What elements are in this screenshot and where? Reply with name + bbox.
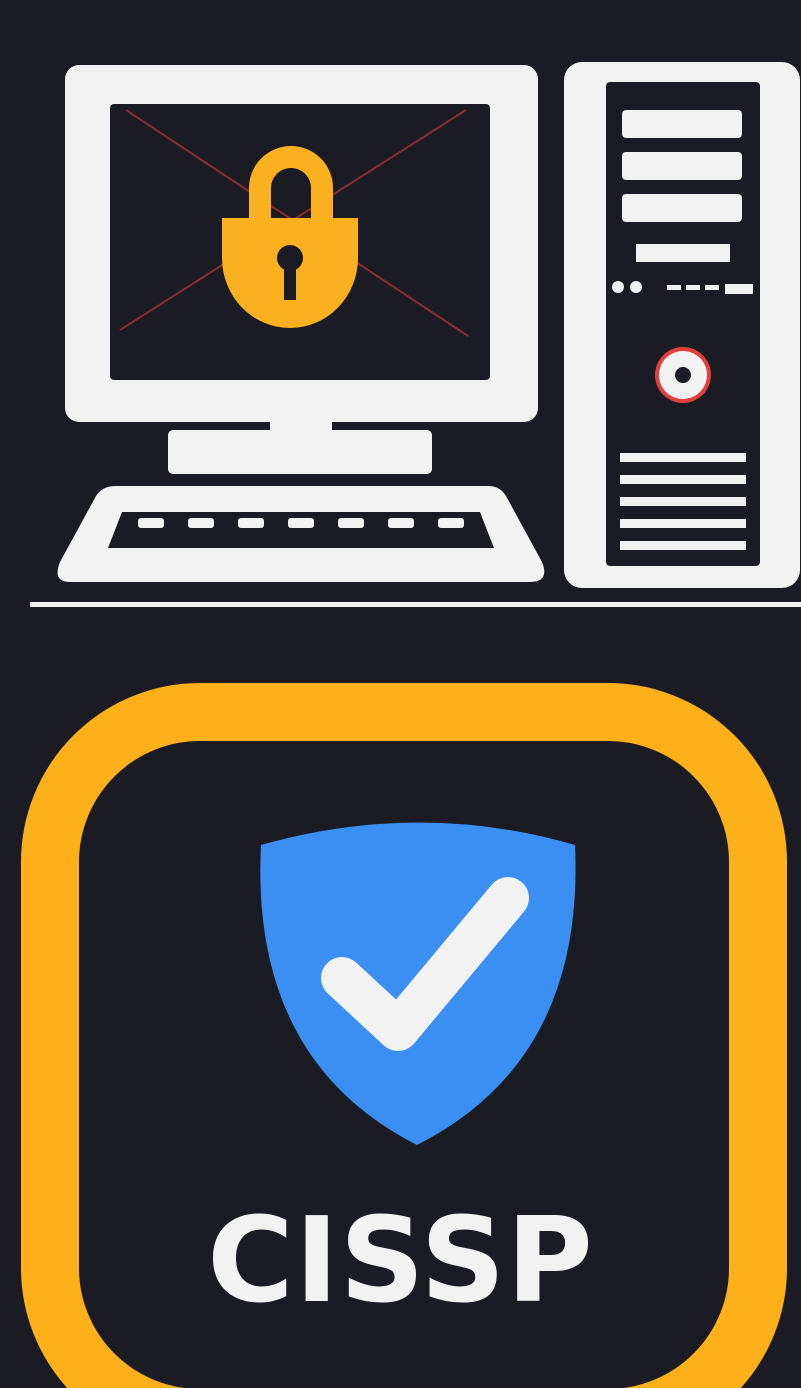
monitor-base <box>168 430 432 474</box>
drive-slot <box>636 244 730 262</box>
padlock-keyhole-slot <box>284 262 296 300</box>
keyboard-icon <box>57 486 545 582</box>
drive-bay <box>622 110 742 138</box>
port-dash <box>686 285 700 290</box>
port-dash <box>705 285 719 290</box>
monitor-icon <box>65 65 538 474</box>
keyboard-key <box>138 518 164 528</box>
drive-bay <box>622 152 742 180</box>
port-block <box>725 284 753 294</box>
vent-line <box>620 453 746 462</box>
keyboard-key <box>388 518 414 528</box>
power-button-center <box>675 367 691 383</box>
keyboard-key-panel <box>108 512 494 548</box>
keyboard-key <box>338 518 364 528</box>
keyboard-key <box>238 518 264 528</box>
power-button-icon <box>655 347 711 403</box>
keyboard-key <box>288 518 314 528</box>
vent-line <box>620 475 746 484</box>
indicator-light <box>630 281 642 293</box>
divider-line <box>30 602 801 607</box>
indicator-light <box>612 281 624 293</box>
drive-bay <box>622 194 742 222</box>
illustration-canvas <box>21 62 801 1388</box>
pc-tower-icon <box>564 62 800 588</box>
keyboard-key <box>188 518 214 528</box>
vent-line <box>620 541 746 550</box>
vent-line <box>620 519 746 528</box>
vent-line <box>620 497 746 506</box>
port-dash <box>667 285 681 290</box>
badge-label: CISSP <box>207 1191 594 1329</box>
keyboard-key <box>438 518 464 528</box>
